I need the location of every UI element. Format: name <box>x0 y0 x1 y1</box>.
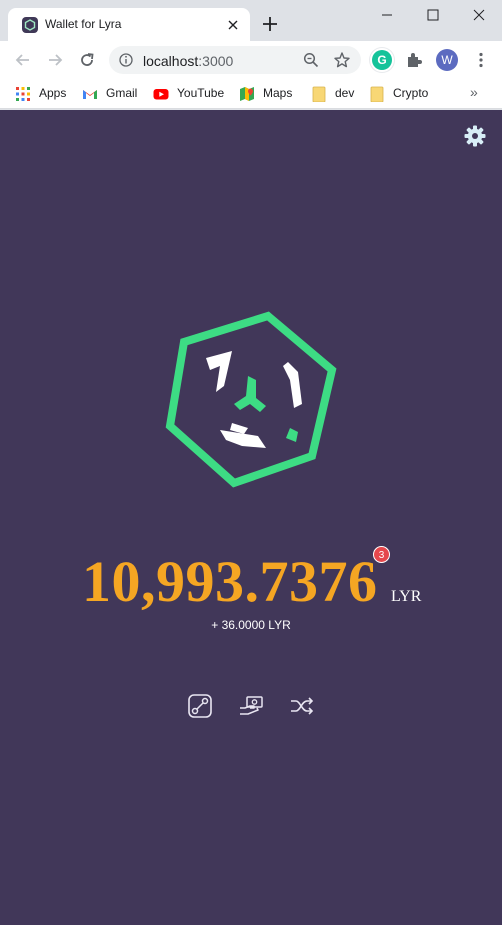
bookmark-label: dev <box>335 86 355 100</box>
forward-arrow-icon <box>49 54 63 66</box>
zoom-icon[interactable] <box>303 52 319 68</box>
bookmarks-overflow-button[interactable]: » <box>470 84 478 100</box>
swap-button[interactable] <box>289 693 315 719</box>
bookmark-label: Crypto <box>393 86 429 100</box>
url-port: :3000 <box>198 53 234 69</box>
bookmark-folder-crypto[interactable]: Crypto <box>369 85 433 103</box>
back-button[interactable] <box>10 47 36 73</box>
notification-badge[interactable]: 3 <box>373 546 390 563</box>
folder-icon <box>312 86 326 102</box>
profile-avatar[interactable]: W <box>436 49 458 71</box>
wallet-page: 10,993.7376 LYR 3 + 36.0000 LYR <box>0 110 502 925</box>
bookmark-label: Apps <box>39 86 67 100</box>
balance-unit: LYR <box>391 588 422 605</box>
extensions-puzzle-icon[interactable] <box>405 51 423 69</box>
tab-close-icon[interactable] <box>224 16 242 34</box>
window-minimize-button[interactable] <box>364 0 410 30</box>
browser-toolbar: localhost:3000 G W <box>0 41 502 79</box>
bookmark-youtube[interactable]: YouTube <box>153 85 225 103</box>
reload-icon <box>81 53 94 66</box>
tab-title: Wallet for Lyra <box>45 17 122 31</box>
balance-amount: 10,993.7376 <box>82 549 378 614</box>
address-bar[interactable]: localhost:3000 <box>109 46 361 74</box>
maps-icon <box>240 87 254 101</box>
folder-icon <box>370 86 384 102</box>
bookmark-label: Gmail <box>106 86 138 100</box>
bookmark-maps[interactable]: Maps <box>239 85 295 103</box>
send-receive-icon <box>188 694 212 718</box>
new-tab-button[interactable] <box>260 14 280 34</box>
lyra-favicon-icon <box>22 17 38 33</box>
bookmarks-bar: Apps Gmail YouTube Maps dev Crypto » <box>0 79 502 109</box>
chrome-menu-icon[interactable] <box>472 51 490 69</box>
browser-titlebar: Wallet for Lyra <box>0 0 502 41</box>
settings-gear-icon[interactable] <box>463 124 487 148</box>
window-close-button[interactable] <box>456 0 502 30</box>
bookmark-gmail[interactable]: Gmail <box>82 85 142 103</box>
reload-button[interactable] <box>74 47 100 73</box>
payment-button[interactable] <box>238 693 264 719</box>
info-icon[interactable] <box>119 53 133 67</box>
swap-icon <box>291 697 314 715</box>
bookmark-folder-dev[interactable]: dev <box>311 85 355 103</box>
wallet-actions <box>0 693 502 719</box>
url-host: localhost <box>143 53 199 69</box>
balance-display: 10,993.7376 LYR <box>0 550 502 614</box>
lyra-logo <box>160 308 340 488</box>
bookmark-apps[interactable]: Apps <box>15 85 71 103</box>
bookmark-star-icon[interactable] <box>333 51 351 69</box>
grammarly-extension-icon[interactable]: G <box>372 50 392 70</box>
youtube-icon <box>153 89 169 100</box>
gmail-icon <box>83 90 97 99</box>
browser-tab[interactable]: Wallet for Lyra <box>8 8 250 41</box>
window-maximize-button[interactable] <box>410 0 456 30</box>
url-text: localhost:3000 <box>143 53 233 69</box>
send-receive-button[interactable] <box>187 693 213 719</box>
bookmark-label: YouTube <box>177 86 225 100</box>
back-arrow-icon <box>15 54 29 66</box>
apps-grid-icon <box>16 87 30 101</box>
payment-icon <box>240 696 263 715</box>
pending-change: + 36.0000 LYR <box>211 618 291 632</box>
forward-button[interactable] <box>42 47 68 73</box>
bookmark-label: Maps <box>263 86 293 100</box>
